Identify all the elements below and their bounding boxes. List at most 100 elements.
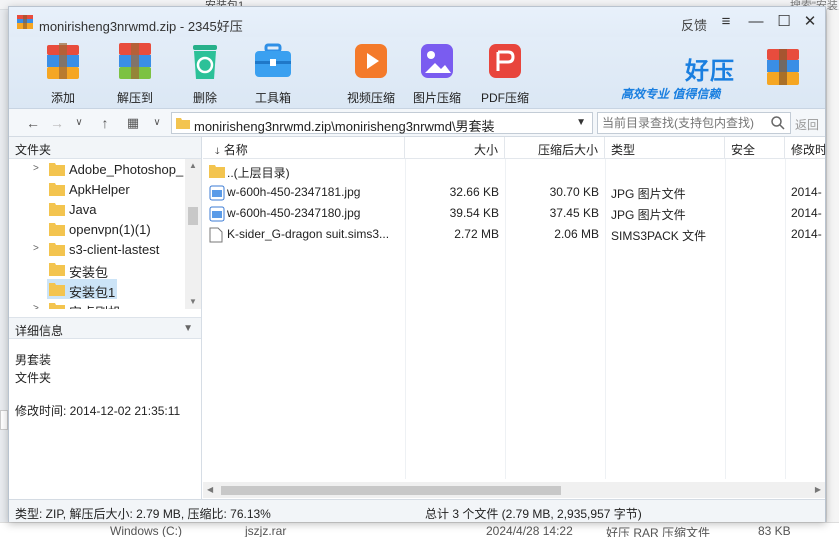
file-type: JPG 图片文件 — [611, 187, 686, 201]
details-header[interactable]: 详细信息 ▼ — [9, 317, 201, 339]
tree-item[interactable]: openvpn(1)(1) — [9, 219, 185, 239]
folder-icon — [49, 263, 65, 276]
column-type[interactable]: 类型 — [605, 137, 725, 159]
folder-icon — [49, 183, 65, 196]
column-security[interactable]: 安全 — [725, 137, 785, 159]
feedback-link[interactable]: 反馈 — [681, 15, 707, 34]
brand-logo-icon — [767, 49, 799, 85]
extract-to-button[interactable]: 解压到 — [105, 41, 165, 105]
file-list-header: 🡓 名称 大小 压缩后大小 类型 安全 修改时 — [203, 137, 825, 159]
image-compress-icon — [421, 44, 453, 78]
tree-item-label: 安卓刷机 — [69, 302, 121, 309]
file-row[interactable]: w-600h-450-2347180.jpg 39.54 KB 37.45 KB JP… — [203, 203, 825, 224]
sort-arrow-icon: 🡓 — [215, 146, 220, 156]
search-input[interactable] — [598, 113, 764, 133]
expand-arrow-icon[interactable]: > — [33, 243, 39, 254]
file-size: 39.54 KB — [449, 206, 499, 220]
background-file-type: 好压 RAR 压缩文件 — [606, 526, 711, 537]
jpg-file-icon — [209, 206, 225, 225]
scroll-right-icon[interactable]: ▶ — [815, 485, 821, 494]
recycle-bin-icon — [193, 45, 217, 79]
file-type: SIMS3PACK 文件 — [611, 229, 707, 243]
menu-icon[interactable]: ≡ — [715, 11, 737, 33]
file-packed-size: 2.06 MB — [554, 227, 599, 241]
up-arrow-icon[interactable]: ↑ — [95, 113, 115, 133]
delete-button[interactable]: 删除 — [175, 41, 235, 105]
folder-icon — [209, 164, 225, 181]
background-drive-label: Windows (C:) — [110, 524, 183, 537]
search-icon[interactable] — [770, 115, 786, 131]
file-list-hscrollbar[interactable]: ◀ ▶ — [203, 482, 825, 498]
image-compress-button[interactable]: 图片压缩 — [407, 41, 467, 105]
file-name: ..(上层目录) — [227, 166, 290, 180]
file-size: 32.66 KB — [449, 185, 499, 199]
pdf-compress-button[interactable]: PDF压缩 — [475, 41, 535, 105]
tree-item[interactable]: 安装包1 — [9, 279, 185, 300]
haozip-app-icon — [17, 15, 33, 29]
pdf-compress-label: PDF压缩 — [480, 91, 529, 105]
column-packed-size[interactable]: 压缩后大小 — [505, 137, 605, 159]
column-name[interactable]: 🡓 名称 — [203, 137, 405, 159]
add-label: 添加 — [50, 91, 75, 105]
window-title: monirisheng3nrwmd.zip - 2345好压 — [39, 19, 243, 34]
address-bar: ← → ∨ ↑ ▦ ∨ monirisheng3nrwmd.zip\moniri… — [9, 109, 825, 137]
view-mode-icon[interactable]: ▦ — [123, 113, 143, 133]
scroll-up-icon[interactable]: ▲ — [189, 161, 197, 170]
file-list: 🡓 名称 大小 压缩后大小 类型 安全 修改时 ..(上层目录) w-600h-45… — [203, 137, 825, 499]
toolbox-icon — [255, 43, 291, 77]
file-row[interactable]: w-600h-450-2347181.jpg 32.66 KB 30.70 KB JP… — [203, 182, 825, 203]
folder-icon — [49, 223, 65, 236]
tree-item[interactable]: > 安卓刷机 — [9, 299, 185, 309]
view-mode-chevron-icon[interactable]: ∨ — [147, 113, 167, 133]
hscrollbar-thumb[interactable] — [221, 486, 561, 495]
file-row[interactable]: ..(上层目录) — [203, 161, 825, 182]
tree-item-label: Adobe_Photoshop_ — [69, 162, 184, 177]
column-size[interactable]: 大小 — [405, 137, 505, 159]
background-explorer-row: Windows (C:) jszjz.rar 2024/4/28 14:22 好… — [0, 522, 839, 537]
tree-item-label: openvpn(1)(1) — [69, 222, 151, 237]
tree-item-label: ApkHelper — [69, 182, 130, 197]
maximize-button[interactable]: ☐ — [773, 11, 795, 33]
file-type: JPG 图片文件 — [611, 208, 686, 222]
minimize-button[interactable]: — — [745, 11, 767, 33]
tree-item[interactable]: > s3-client-lastest — [9, 239, 185, 259]
back-arrow-icon[interactable]: ← — [23, 113, 43, 133]
scroll-left-icon[interactable]: ◀ — [207, 485, 213, 494]
chevron-down-icon[interactable]: ▼ — [183, 323, 193, 334]
jpg-file-icon — [209, 185, 225, 204]
video-compress-icon — [355, 44, 387, 78]
path-field[interactable]: monirisheng3nrwmd.zip\monirisheng3nrwmd\… — [171, 112, 593, 134]
main-toolbar: 添加 解压到 删除 工具箱 视频压缩 图片压缩 PDF压缩 好压 高效专业 值得… — [9, 37, 825, 109]
close-button[interactable]: ✕ — [799, 11, 821, 33]
status-bar: 类型: ZIP, 解压后大小: 2.79 MB, 压缩比: 76.13% 总计 … — [9, 499, 825, 522]
path-text: monirisheng3nrwmd.zip\monirisheng3nrwmd\… — [194, 119, 495, 134]
expand-arrow-icon[interactable]: > — [33, 163, 39, 174]
folder-icon — [49, 243, 65, 256]
title-bar: monirisheng3nrwmd.zip - 2345好压 反馈 ≡ — ☐ … — [9, 7, 825, 37]
left-pane: 文件夹 > Adobe_Photoshop_ ApkHelper Java openvp… — [9, 137, 202, 499]
background-explorer-edge — [826, 10, 839, 537]
add-button[interactable]: 添加 — [33, 41, 93, 105]
forward-arrow-icon[interactable]: → — [47, 113, 67, 133]
search-box[interactable] — [597, 112, 791, 134]
expand-arrow-icon[interactable]: > — [33, 303, 39, 309]
tree-item[interactable]: Java — [9, 199, 185, 219]
return-button[interactable]: 返回 — [795, 116, 819, 133]
history-chevron-icon[interactable]: ∨ — [69, 113, 89, 133]
toolbox-label: 工具箱 — [254, 91, 291, 105]
status-archive-info: 类型: ZIP, 解压后大小: 2.79 MB, 压缩比: 76.13% — [15, 507, 271, 521]
tree-item[interactable]: > Adobe_Photoshop_ — [9, 159, 185, 179]
brand-banner: 好压 高效专业 值得信赖 — [613, 45, 823, 105]
pdf-compress-icon — [489, 44, 521, 78]
tree-item[interactable]: ApkHelper — [9, 179, 185, 199]
path-dropdown-icon[interactable]: ▼ — [576, 117, 586, 128]
video-compress-button[interactable]: 视频压缩 — [341, 41, 401, 105]
file-row[interactable]: K-sider_G-dragon suit.sims3... 2.72 MB 2.0… — [203, 224, 825, 245]
scrollbar-thumb[interactable] — [188, 207, 198, 225]
toolbox-button[interactable]: 工具箱 — [243, 41, 303, 105]
folder-tree-scrollbar[interactable]: ▲ ▼ — [185, 159, 201, 309]
details-name: 男套装 — [15, 353, 52, 367]
scroll-down-icon[interactable]: ▼ — [189, 297, 197, 306]
column-modified[interactable]: 修改时 — [785, 137, 825, 159]
tree-item[interactable]: 安装包 — [9, 259, 185, 280]
